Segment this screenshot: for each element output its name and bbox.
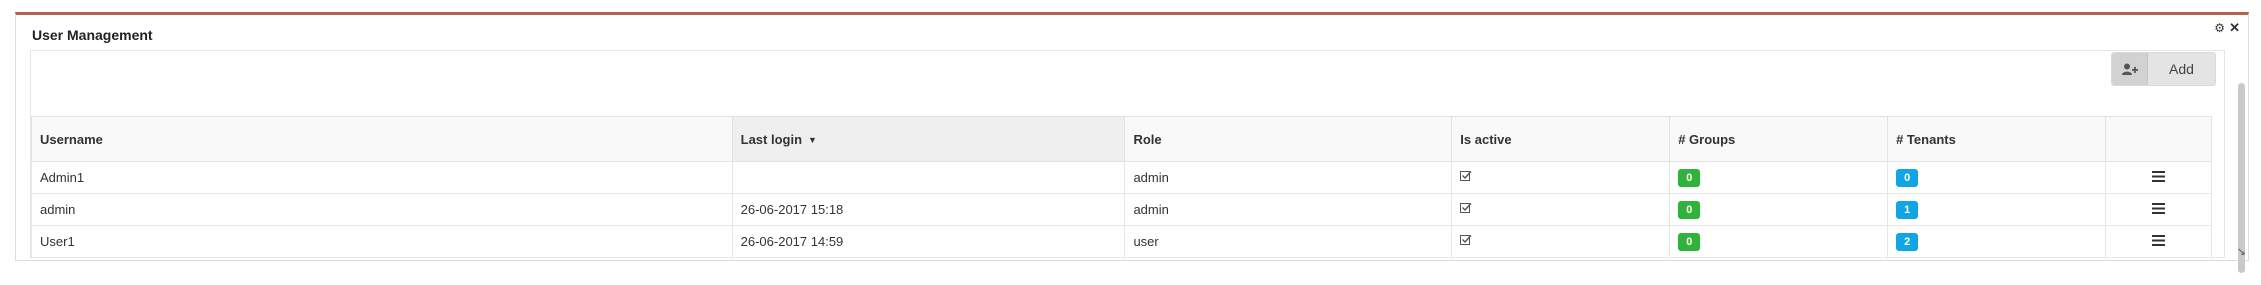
- hamburger-menu-icon[interactable]: [2152, 203, 2165, 214]
- table-header-row: Username Last login ▼ Role Is active # Gr…: [31, 116, 2212, 162]
- groups-count-badge[interactable]: 0: [1678, 168, 1701, 187]
- cell-username: User1: [31, 225, 733, 257]
- user-management-widget: User Management ⚙ ✕ Add Username Last lo…: [15, 12, 2249, 273]
- resize-handle-icon[interactable]: ↘: [2237, 245, 2246, 258]
- cell-last-login: 26-06-2017 14:59: [731, 225, 1126, 257]
- cell-actions: [2105, 193, 2212, 226]
- tenants-count-badge[interactable]: 0: [1896, 168, 1919, 187]
- cell-groups: 0: [1669, 193, 1889, 226]
- widget-title: User Management: [32, 27, 153, 43]
- table-row[interactable]: admin 26-06-2017 15:18 admin 0 1: [31, 193, 2212, 226]
- cell-groups: 0: [1669, 161, 1889, 194]
- column-header-actions: [2105, 116, 2212, 162]
- column-header-is-active[interactable]: Is active: [1451, 116, 1671, 162]
- table-row[interactable]: Admin1 admin 0 0: [31, 161, 2212, 194]
- cell-groups: 0: [1669, 225, 1889, 257]
- cell-tenants: 0: [1887, 161, 2106, 194]
- tenants-count-badge[interactable]: 2: [1896, 232, 1919, 251]
- cell-actions: [2105, 161, 2212, 194]
- column-header-groups[interactable]: # Groups: [1669, 116, 1889, 162]
- add-user-button[interactable]: Add: [2111, 52, 2216, 86]
- checkbox-checked-icon: [1460, 203, 1472, 213]
- column-header-username[interactable]: Username: [31, 116, 733, 162]
- sort-desc-icon: ▼: [808, 135, 817, 146]
- user-plus-icon: [2112, 53, 2148, 85]
- hamburger-menu-icon[interactable]: [2152, 235, 2165, 246]
- cell-is-active: [1451, 193, 1671, 226]
- cell-actions: [2105, 225, 2212, 257]
- checkbox-checked-icon: [1460, 171, 1472, 181]
- checkbox-checked-icon: [1460, 235, 1472, 245]
- cell-tenants: 2: [1887, 225, 2106, 257]
- hamburger-menu-icon[interactable]: [2152, 171, 2165, 182]
- cell-username: admin: [31, 193, 733, 226]
- cell-role: admin: [1124, 193, 1453, 226]
- close-icon[interactable]: ✕: [2229, 20, 2240, 36]
- tenants-count-badge[interactable]: 1: [1896, 200, 1919, 219]
- groups-count-badge[interactable]: 0: [1678, 200, 1701, 219]
- cell-last-login: 26-06-2017 15:18: [731, 193, 1126, 226]
- gear-icon[interactable]: ⚙: [2214, 21, 2225, 35]
- cell-is-active: [1451, 161, 1671, 194]
- column-header-last-login[interactable]: Last login ▼: [731, 116, 1126, 162]
- cell-role: user: [1124, 225, 1453, 257]
- cell-role: admin: [1124, 161, 1453, 194]
- add-button-label: Add: [2169, 61, 2194, 77]
- column-header-role[interactable]: Role: [1124, 116, 1453, 162]
- table-row[interactable]: User1 26-06-2017 14:59 user 0 2: [31, 225, 2212, 257]
- groups-count-badge[interactable]: 0: [1678, 232, 1701, 251]
- widget-content: Add Username Last login ▼ Role Is active …: [30, 50, 2225, 258]
- cell-is-active: [1451, 225, 1671, 257]
- cell-tenants: 1: [1887, 193, 2106, 226]
- cell-last-login: [731, 161, 1126, 194]
- cell-username: Admin1: [31, 161, 733, 194]
- users-table: Username Last login ▼ Role Is active # Gr…: [31, 116, 2212, 257]
- column-header-tenants[interactable]: # Tenants: [1887, 116, 2106, 162]
